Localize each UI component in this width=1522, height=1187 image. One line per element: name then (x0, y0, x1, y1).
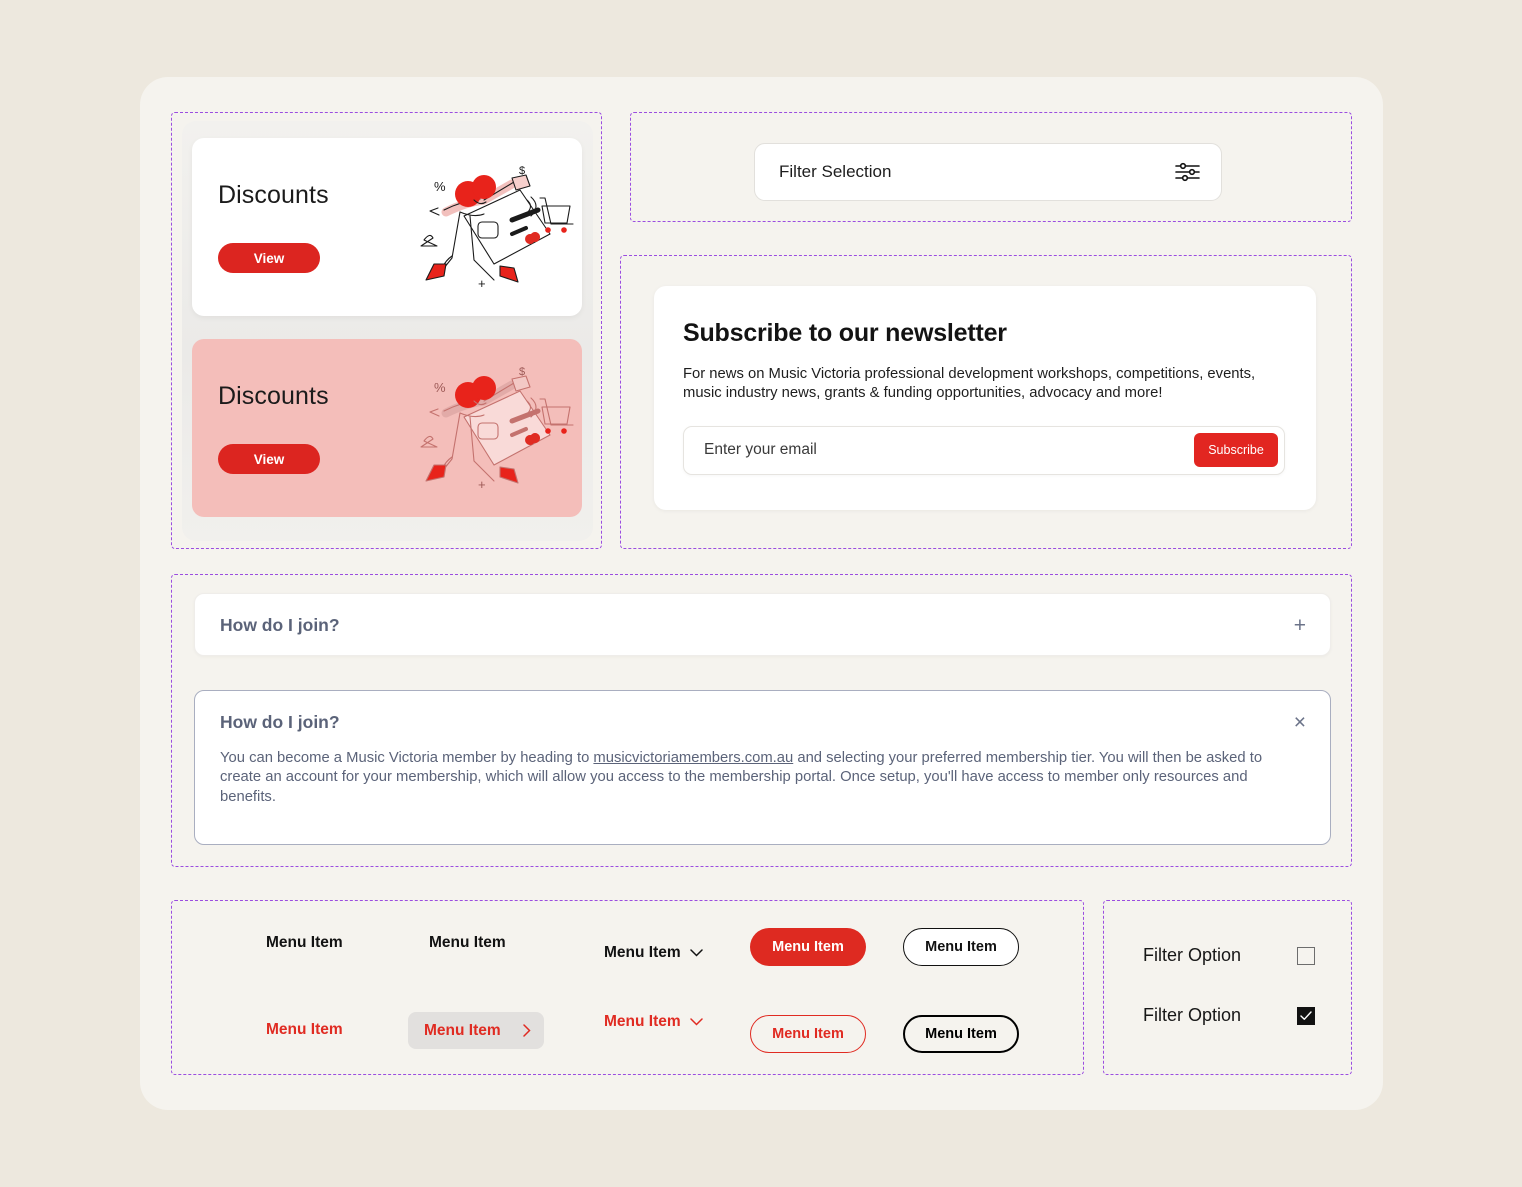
filter-options-zone: Filter Option Filter Option (1103, 900, 1352, 1075)
faq-accordion-zone: How do I join? + How do I join? × You ca… (171, 574, 1352, 867)
faq-answer-link[interactable]: musicvictoriamembers.com.au (593, 750, 793, 766)
checkbox-checked[interactable] (1297, 1006, 1315, 1025)
svg-text:$: $ (519, 165, 525, 177)
menu-item-label: Menu Item (604, 1013, 681, 1030)
faq-question: How do I join? (220, 711, 340, 732)
shopping-discount-illustration: % $ + (420, 366, 574, 492)
shopping-discount-illustration: % $ + (420, 165, 574, 291)
plus-icon[interactable]: + (1294, 615, 1306, 636)
newsletter-card: Subscribe to our newsletter For news on … (654, 286, 1316, 510)
chevron-down-icon[interactable] (689, 949, 703, 957)
filter-selection-label: Filter Selection (779, 162, 892, 181)
discount-card-pink[interactable]: Discounts View % $ + (192, 339, 582, 517)
menu-item-dropdown-red[interactable]: Menu Item (604, 1013, 703, 1031)
faq-answer-text-start: You can become a Music Victoria member b… (220, 750, 594, 766)
discount-cards-zone: Discounts View % $ + Discounts View % $ … (171, 112, 602, 549)
menu-items-zone: Menu Item Menu Item Menu Item Menu Item … (171, 900, 1084, 1075)
menu-item-label: Menu Item (429, 934, 506, 951)
menu-item-plain-2[interactable]: Menu Item (429, 934, 506, 952)
discount-card-title: Discounts (218, 181, 329, 209)
faq-question: How do I join? (220, 614, 340, 635)
menu-item-ghost-button[interactable]: Menu Item (903, 928, 1019, 966)
faq-item-expanded[interactable]: How do I join? × You can become a Music … (194, 690, 1331, 845)
filter-selection-dropdown[interactable]: Filter Selection (754, 143, 1222, 201)
faq-header[interactable]: How do I join? × (195, 691, 1330, 753)
menu-item-label: Menu Item (424, 1021, 501, 1039)
menu-item-label: Menu Item (604, 944, 681, 961)
view-button[interactable]: View (218, 444, 320, 474)
newsletter-title: Subscribe to our newsletter (683, 319, 1007, 347)
menu-item-dropdown[interactable]: Menu Item (604, 944, 703, 962)
menu-item-outline-red-button[interactable]: Menu Item (750, 1015, 866, 1053)
chevron-right-icon (522, 1024, 531, 1037)
newsletter-signup-row: Subscribe (683, 425, 1285, 475)
menu-item-outline-dark-button[interactable]: Menu Item (903, 1015, 1019, 1053)
checkbox-unchecked[interactable] (1297, 946, 1315, 965)
menu-item-filled-button[interactable]: Menu Item (750, 928, 866, 966)
close-icon[interactable]: × (1294, 712, 1306, 733)
menu-item-plain[interactable]: Menu Item (266, 934, 343, 952)
main-panel: Discounts View % $ + Discounts View % $ … (140, 77, 1383, 1110)
svg-text:+: + (478, 276, 486, 291)
sliders-filter-icon[interactable] (1175, 162, 1201, 182)
menu-item-gray-button[interactable]: Menu Item (408, 1012, 544, 1049)
discount-card-light[interactable]: Discounts View % $ + (192, 138, 582, 316)
menu-item-label: Menu Item (266, 934, 343, 951)
menu-item-plain-red[interactable]: Menu Item (266, 1021, 343, 1039)
subscribe-button[interactable]: Subscribe (1194, 433, 1278, 468)
view-button[interactable]: View (218, 243, 320, 273)
faq-item-collapsed[interactable]: How do I join? + (194, 593, 1331, 656)
filter-option-label: Filter Option (1143, 1005, 1242, 1025)
svg-text:$: $ (519, 366, 525, 378)
check-icon (1300, 1010, 1312, 1020)
svg-text:+: + (478, 477, 486, 492)
filter-option-row-2[interactable]: Filter Option (1143, 1005, 1315, 1026)
svg-text:%: % (434, 380, 446, 395)
discount-card-title: Discounts (218, 382, 329, 410)
filter-option-label: Filter Option (1143, 945, 1242, 965)
faq-header[interactable]: How do I join? + (195, 594, 1330, 656)
menu-item-label: Menu Item (266, 1021, 343, 1038)
newsletter-description: For news on Music Victoria professional … (683, 366, 1256, 401)
chevron-down-icon[interactable] (689, 1018, 703, 1026)
svg-text:%: % (434, 179, 446, 194)
email-input[interactable] (704, 426, 1194, 474)
filter-option-row-1[interactable]: Filter Option (1143, 945, 1315, 966)
newsletter-zone: Subscribe to our newsletter For news on … (620, 255, 1352, 549)
faq-answer: You can become a Music Victoria member b… (195, 749, 1330, 807)
filter-selection-zone: Filter Selection (630, 112, 1352, 222)
